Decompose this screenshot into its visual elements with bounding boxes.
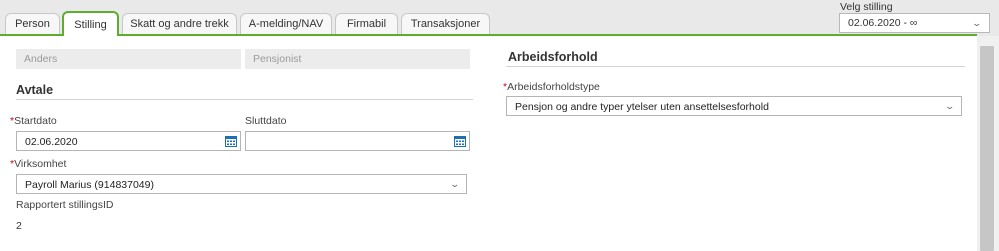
scrollbar-thumb[interactable]	[980, 46, 994, 251]
tab-label: Firmabil	[346, 18, 387, 30]
tab-stilling[interactable]: Stilling	[62, 11, 119, 36]
tab-transaksjoner[interactable]: Transaksjoner	[401, 13, 490, 34]
tab-a-melding-nav[interactable]: A-melding/NAV	[240, 13, 332, 34]
startdato-value: 02.06.2020	[25, 136, 78, 148]
tab-label: Person	[15, 18, 50, 30]
tab-underline	[0, 34, 977, 36]
chevron-down-icon: ⌄	[944, 101, 956, 111]
velg-stilling-value: 02.06.2020 - ∞	[848, 17, 918, 29]
stilling-panel: Anders Pensjonist Avtale *Startdato 02.0…	[0, 36, 977, 251]
arbeidsforholdstype-label-text: Arbeidsforholdstype	[507, 81, 600, 93]
calendar-icon[interactable]	[225, 135, 237, 147]
tab-label: Skatt og andre trekk	[130, 18, 229, 30]
tab-firmabil[interactable]: Firmabil	[335, 13, 398, 34]
velg-stilling-label: Velg stilling	[840, 1, 893, 13]
calendar-icon[interactable]	[454, 135, 466, 147]
tab-label: Stilling	[74, 18, 107, 31]
startdato-input[interactable]: 02.06.2020	[16, 131, 241, 151]
tab-label: Transaksjoner	[410, 18, 481, 30]
virksomhet-label: *Virksomhet	[10, 158, 66, 170]
stillingsid-label: Rapportert stillingsID	[16, 199, 114, 211]
velg-stilling-select[interactable]: 02.06.2020 - ∞ ⌄	[839, 13, 990, 33]
avtale-heading: Avtale	[16, 83, 54, 97]
arbeidsforhold-heading: Arbeidsforhold	[508, 50, 598, 64]
chevron-down-icon: ⌄	[971, 18, 983, 28]
tab-bar: Person Stilling Skatt og andre trekk A-m…	[0, 0, 999, 36]
stillingsid-value: 2	[16, 220, 22, 232]
startdato-label: *Startdato	[10, 115, 57, 127]
vertical-scrollbar[interactable]	[977, 36, 999, 251]
virksomhet-select[interactable]: Payroll Marius (914837049) ⌄	[16, 174, 467, 194]
sluttdato-label: Sluttdato	[245, 115, 287, 127]
virksomhet-label-text: Virksomhet	[14, 158, 67, 170]
first-name-field: Anders	[16, 49, 241, 69]
startdato-label-text: Startdato	[14, 115, 57, 127]
virksomhet-value: Payroll Marius (914837049)	[25, 179, 154, 191]
sluttdato-input[interactable]	[245, 131, 470, 151]
arbeidsforholdstype-label: *Arbeidsforholdstype	[503, 81, 600, 93]
avtale-divider	[16, 99, 473, 100]
tab-skatt-og-andre-trekk[interactable]: Skatt og andre trekk	[122, 13, 237, 34]
last-name-field: Pensjonist	[245, 49, 470, 69]
chevron-down-icon: ⌄	[449, 179, 461, 189]
arbeidsforholdstype-value: Pensjon og andre typer ytelser uten anse…	[515, 101, 769, 113]
arbeidsforhold-divider	[506, 66, 965, 67]
tab-person[interactable]: Person	[5, 13, 60, 34]
tab-label: A-melding/NAV	[248, 18, 324, 30]
arbeidsforholdstype-select[interactable]: Pensjon og andre typer ytelser uten anse…	[506, 96, 962, 116]
